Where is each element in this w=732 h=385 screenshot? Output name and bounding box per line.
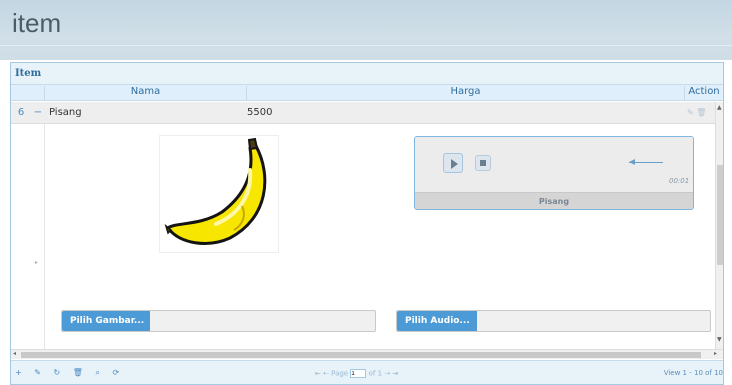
row-action-icons[interactable]: ✎ 🗑 [687,102,706,124]
banana-image [159,135,279,253]
grid-caption: Item [11,63,723,85]
column-nama-header[interactable]: Nama [45,86,247,100]
toolbar-icons[interactable]: + ✎ ↻ 🗑 ⌕ ⟳ [15,368,124,378]
horizontal-scrollbar[interactable]: ◂ ▸ [11,349,723,359]
banana-icon [164,137,267,245]
item-grid: Item Nama Harga Action 6 − Pisang 5500 ✎… [10,62,724,385]
pick-image-button[interactable]: Pilih Gambar... [62,311,150,331]
column-action-label: Action [688,86,720,97]
column-harga-label: Harga [450,86,481,97]
page-nav-prefix[interactable]: ⇤ ⇠ Page [315,370,348,378]
pager-bar: + ✎ ↻ 🗑 ⌕ ⟳ ⇤ ⇠ Page of 1 ⇢ ⇥ View 1 - 1… [11,360,723,384]
vertical-scroll-thumb[interactable] [717,165,723,265]
pick-image-field[interactable]: Pilih Gambar... [61,310,376,332]
column-harga-header[interactable]: Harga [247,86,685,100]
page-navigation: ⇤ ⇠ Page of 1 ⇢ ⇥ [315,369,398,378]
scroll-up-icon[interactable]: ▲ [717,104,722,111]
vertical-scrollbar[interactable]: ▲ ▼ [715,102,723,349]
grid-caption-label: Item [15,68,42,79]
scroll-down-icon[interactable]: ▼ [717,336,722,343]
row-number: 6 [17,107,25,118]
play-button[interactable] [443,153,463,173]
gutter-marker-icon: ▸ [35,259,39,266]
column-header: Nama Harga Action [11,85,723,101]
column-nama-label: Nama [130,86,161,97]
stop-button[interactable] [475,155,491,171]
column-action-header: Action [685,86,723,100]
scroll-right-icon[interactable]: ▸ [714,350,717,357]
page-title: item [12,8,62,38]
detail-left-gutter: ▸ [11,124,45,349]
scroll-left-icon[interactable]: ◂ [13,350,16,357]
cell-nama: Pisang [49,107,82,118]
pick-audio-field[interactable]: Pilih Audio... [396,310,711,332]
column-rownum-header [11,86,45,100]
horizontal-scroll-thumb[interactable] [21,352,701,358]
audio-title: Pisang [415,192,693,209]
audio-time: 00:01 [669,177,690,185]
page-nav-suffix[interactable]: of 1 ⇢ ⇥ [369,370,399,378]
pick-audio-button[interactable]: Pilih Audio... [397,311,477,331]
header-divider [0,45,732,46]
cell-harga: 5500 [247,107,273,118]
audio-player: 00:01 Pisang [414,136,694,210]
volume-slider[interactable] [629,159,663,165]
view-record-count: View 1 - 10 of 10 [663,369,723,377]
row-detail-panel: ▸ 00:01 Pisang Pilih Gambar... Pilih Aud… [11,124,715,349]
page-number-input[interactable] [350,369,367,378]
row-collapse-toggle[interactable]: − [31,102,45,124]
audio-controls: 00:01 [415,137,693,192]
window-header: item [0,0,732,60]
table-row[interactable]: 6 − Pisang 5500 ✎ 🗑 [11,102,723,124]
